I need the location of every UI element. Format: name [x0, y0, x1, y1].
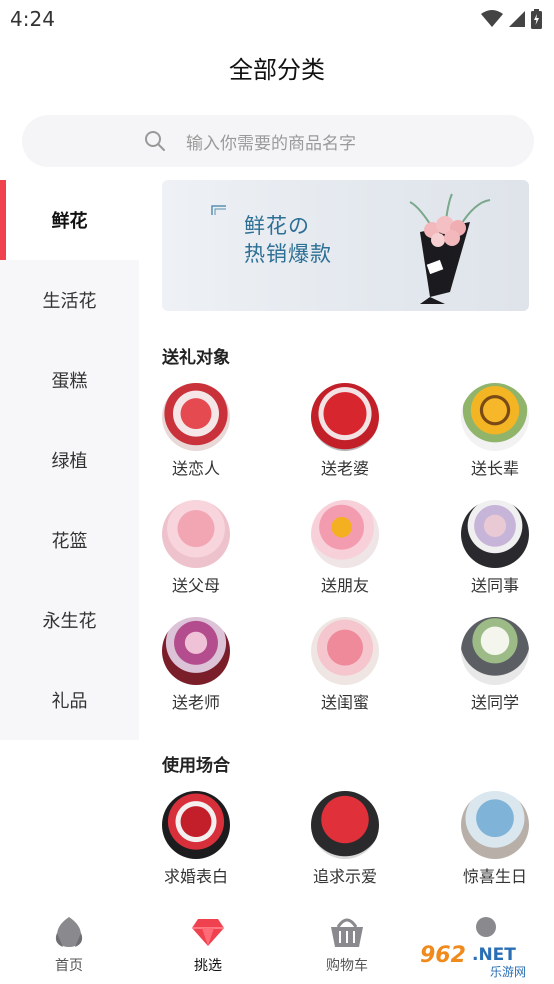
category-item[interactable]: 求婚表白 — [136, 791, 256, 887]
sidebar-item-label: 礼品 — [51, 691, 88, 712]
sidebar-item-label: 永生花 — [42, 611, 97, 632]
category-item[interactable]: 送同事 — [435, 500, 554, 596]
flower-thumbnail — [311, 791, 379, 859]
signal-icon — [509, 11, 525, 27]
tab-label: 首页 — [55, 958, 83, 974]
category-label: 送同学 — [470, 693, 519, 712]
status-icons — [481, 9, 542, 29]
sidebar-item-preserved-flowers[interactable]: 永生花 — [0, 580, 139, 660]
flower-bud-icon — [55, 917, 83, 947]
sidebar-item-label: 绿植 — [51, 451, 88, 472]
category-label: 送闺蜜 — [320, 693, 369, 712]
search-icon — [145, 131, 165, 151]
category-item[interactable]: 送恋人 — [136, 383, 256, 479]
category-item[interactable]: 送长辈 — [435, 383, 554, 479]
battery-icon — [531, 9, 542, 29]
bouquet-image — [409, 193, 491, 304]
watermark-logo: 962 .NET 乐游网 — [414, 938, 548, 980]
category-label: 求婚表白 — [163, 867, 228, 886]
site-watermark: 962 .NET 乐游网 — [414, 938, 548, 980]
flower-thumbnail — [311, 617, 379, 685]
flower-thumbnail — [461, 383, 529, 451]
banner-line-2: 热销爆款 — [244, 242, 332, 266]
flower-thumbnail — [162, 500, 230, 568]
category-label: 送老师 — [171, 693, 220, 712]
section-title-occasion: 使用场合 — [162, 756, 230, 776]
svg-text:.NET: .NET — [472, 945, 516, 965]
category-label: 送长辈 — [470, 459, 519, 478]
flower-thumbnail — [162, 383, 230, 451]
category-item[interactable]: 送老婆 — [285, 383, 405, 479]
flower-thumbnail — [162, 791, 230, 859]
category-item[interactable]: 送闺蜜 — [285, 617, 405, 713]
category-item[interactable]: 送朋友 — [285, 500, 405, 596]
section-title-gift-recipient: 送礼对象 — [162, 348, 230, 368]
tab-pick[interactable]: 挑选 — [158, 915, 258, 975]
svg-text:962: 962 — [420, 943, 466, 968]
tab-label: 挑选 — [194, 958, 222, 974]
status-bar: 4:24 — [0, 0, 554, 38]
flower-thumbnail — [311, 500, 379, 568]
category-sidebar: 鲜花 生活花 蛋糕 绿植 花篮 永生花 礼品 — [0, 180, 139, 740]
category-label: 送同事 — [470, 576, 519, 595]
wifi-icon — [481, 10, 503, 27]
sidebar-item-gifts[interactable]: 礼品 — [0, 660, 139, 740]
sidebar-item-life-flowers[interactable]: 生活花 — [0, 260, 139, 340]
category-label: 送父母 — [171, 576, 220, 595]
flower-thumbnail — [461, 791, 529, 859]
sidebar-item-cake[interactable]: 蛋糕 — [0, 340, 139, 420]
tab-cart[interactable]: 购物车 — [297, 915, 397, 975]
category-item[interactable]: 送老师 — [136, 617, 256, 713]
sidebar-item-plants[interactable]: 绿植 — [0, 420, 139, 500]
category-label: 惊喜生日 — [462, 867, 527, 886]
tab-home[interactable]: 首页 — [19, 915, 119, 975]
sidebar-item-label: 鲜花 — [51, 211, 88, 232]
svg-text:乐游网: 乐游网 — [490, 965, 526, 979]
category-label: 送朋友 — [320, 576, 369, 595]
category-item[interactable]: 追求示爱 — [285, 791, 405, 887]
sidebar-item-flowers[interactable]: 鲜花 — [0, 180, 139, 260]
sidebar-item-label: 蛋糕 — [51, 371, 88, 392]
tab-label: 购物车 — [326, 958, 368, 974]
gem-icon — [192, 919, 224, 946]
category-label: 追求示爱 — [312, 867, 377, 886]
category-item[interactable]: 送父母 — [136, 500, 256, 596]
category-label: 送老婆 — [320, 459, 369, 478]
flower-thumbnail — [461, 617, 529, 685]
sidebar-item-label: 生活花 — [42, 291, 97, 312]
page-title: 全部分类 — [229, 56, 325, 84]
banner-line-1: 鲜花の — [244, 214, 310, 238]
search-input[interactable]: 输入你需要的商品名字 — [22, 115, 534, 167]
banner-headline: 鲜花の 热销爆款 — [244, 212, 332, 268]
promo-banner[interactable]: 鲜花の 热销爆款 — [162, 180, 529, 311]
category-item[interactable]: 送同学 — [435, 617, 554, 713]
sidebar-item-label: 花篮 — [51, 531, 88, 552]
flower-thumbnail — [461, 500, 529, 568]
corner-bracket-icon — [211, 205, 226, 215]
category-item[interactable]: 惊喜生日 — [435, 791, 554, 887]
status-time: 4:24 — [10, 7, 55, 31]
flower-thumbnail — [162, 617, 230, 685]
flower-thumbnail — [311, 383, 379, 451]
basket-icon — [331, 918, 363, 947]
category-label: 送恋人 — [171, 459, 220, 478]
search-placeholder: 输入你需要的商品名字 — [186, 133, 356, 154]
sidebar-item-flower-basket[interactable]: 花篮 — [0, 500, 139, 580]
